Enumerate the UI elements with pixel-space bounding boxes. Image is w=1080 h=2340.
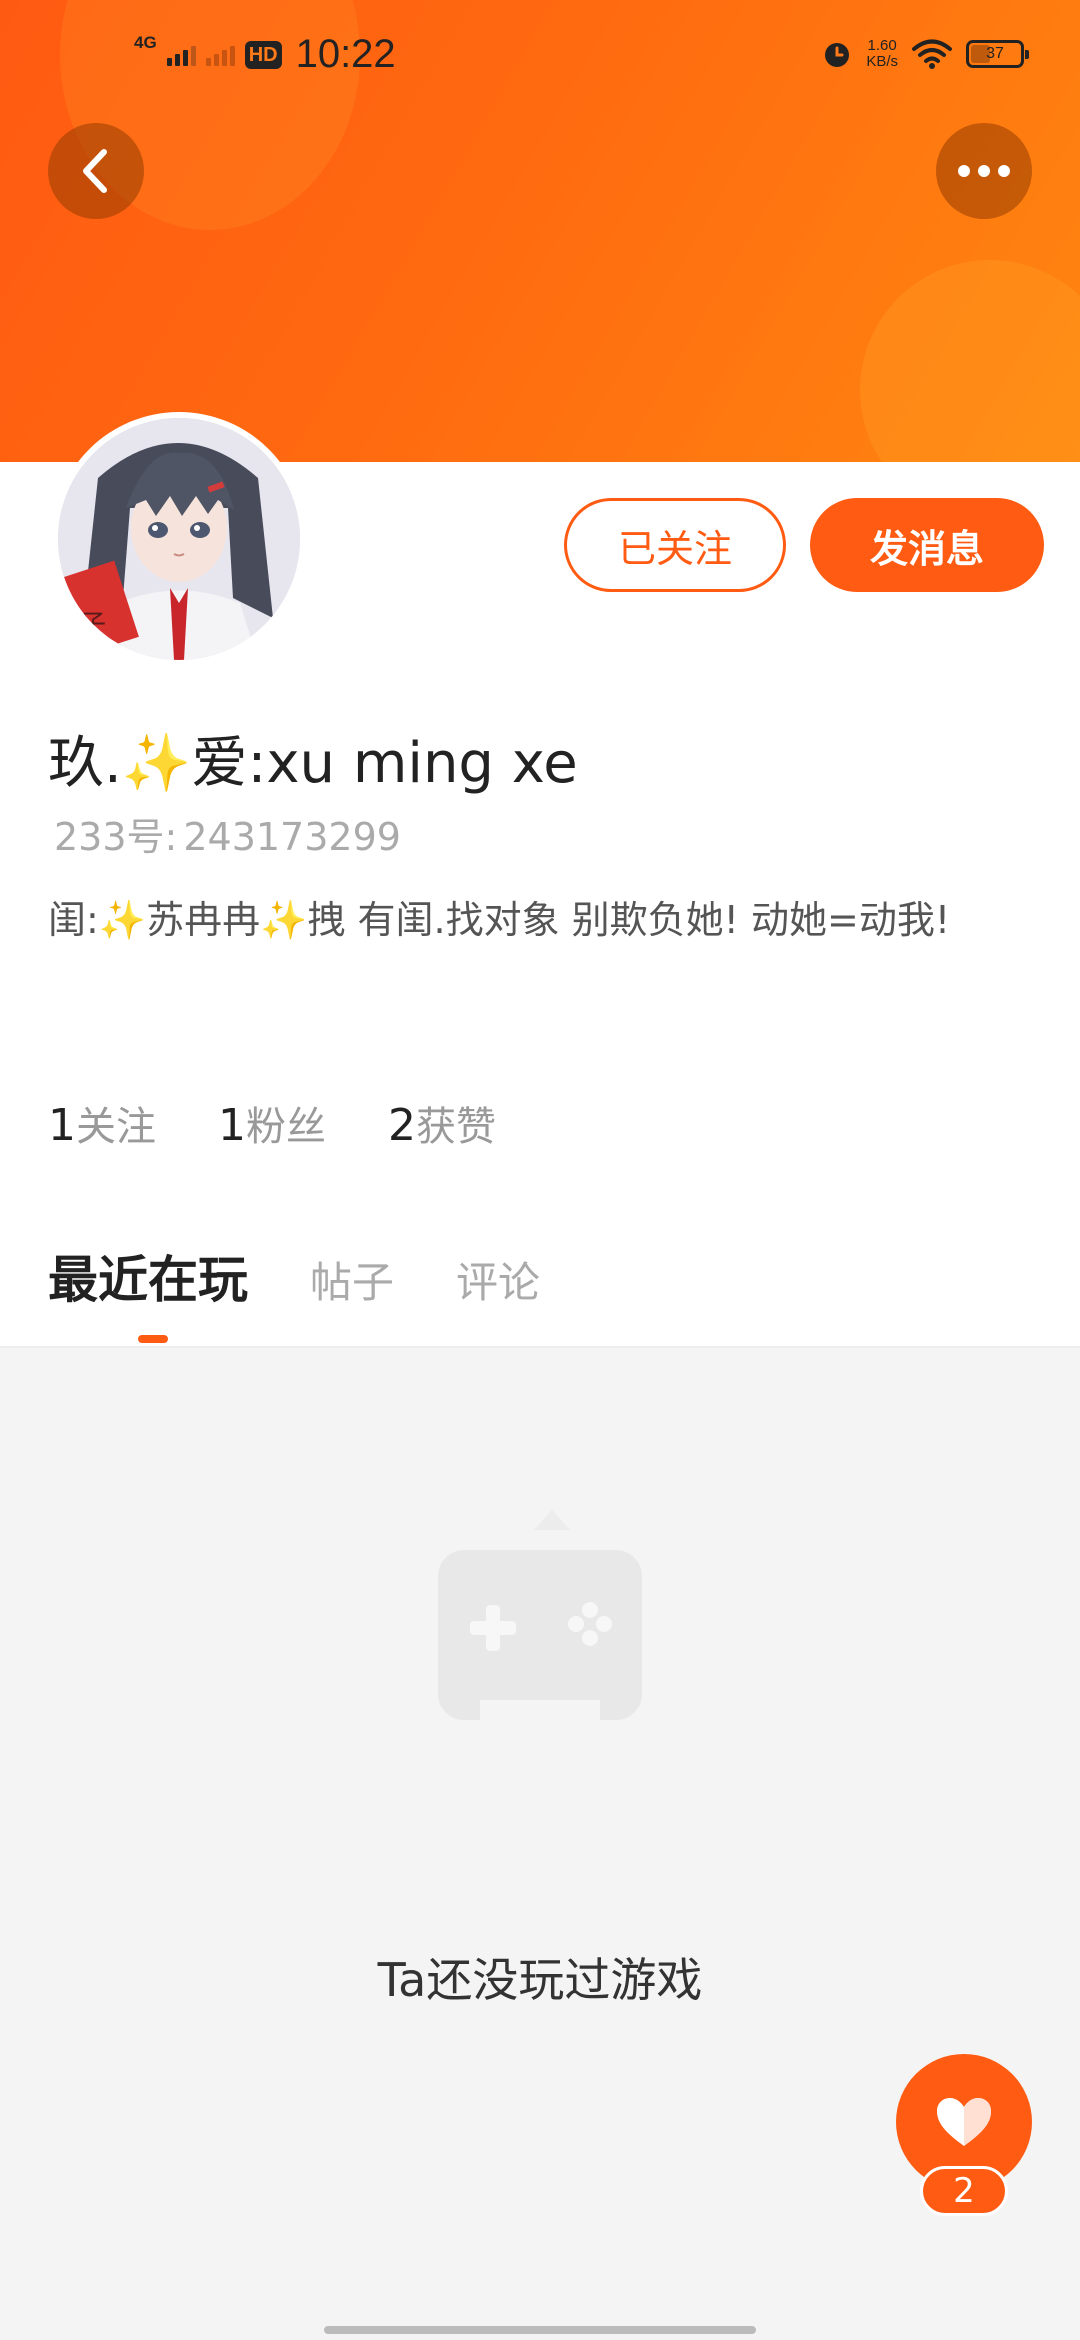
- tab-posts[interactable]: 帖子: [310, 1249, 394, 1310]
- heart-icon: [937, 2098, 991, 2146]
- avatar[interactable]: 子: [52, 412, 306, 666]
- more-horizontal-icon: [958, 165, 1010, 177]
- home-indicator[interactable]: [324, 2326, 756, 2334]
- signal-icon: [166, 44, 196, 66]
- stat-following[interactable]: 1关注: [48, 1094, 156, 1152]
- hd-badge: HD: [244, 40, 282, 69]
- profile-tabs: 最近在玩 帖子 评论: [48, 1240, 540, 1312]
- status-bar-right: 1.60 KB/s 37: [822, 38, 1029, 70]
- profile-stats: 1关注 1粉丝 2获赞: [48, 1094, 496, 1152]
- followed-button[interactable]: 已关注: [564, 498, 786, 592]
- status-bar-left: 4G HD 10:22: [134, 32, 396, 77]
- tab-recently-played[interactable]: 最近在玩: [48, 1240, 248, 1312]
- speed-unit: KB/s: [866, 53, 898, 70]
- stat-value: 1: [218, 1100, 246, 1151]
- battery-level: 37: [986, 45, 1004, 62]
- avatar-image: 子: [58, 418, 300, 660]
- stat-value: 2: [388, 1100, 416, 1151]
- alarm-icon: [825, 43, 850, 67]
- status-time: 10:22: [295, 32, 396, 76]
- user-id-label: 233号:: [54, 815, 178, 859]
- send-message-button[interactable]: 发消息: [810, 498, 1044, 592]
- network-type: 4G: [134, 32, 157, 52]
- speed-value: 1.60: [867, 37, 897, 54]
- battery-icon: 37: [966, 40, 1029, 68]
- network-speed: 1.60 KB/s: [866, 38, 898, 70]
- user-id-value: 243173299: [183, 815, 401, 859]
- empty-state-text: Ta还没玩过游戏: [377, 1953, 703, 2007]
- user-id: 233号: 243173299: [48, 806, 401, 861]
- back-button[interactable]: [48, 123, 144, 219]
- banner-decoration: [860, 260, 1080, 462]
- status-bar: 4G HD 10:22 1.60 KB/s 37: [0, 0, 1080, 120]
- stat-value: 1: [48, 1100, 76, 1151]
- username: 玖.✨爱:xu ming xe: [48, 731, 578, 796]
- signal-icon-secondary: [205, 44, 235, 66]
- user-bio: 闺:✨苏冉冉✨拽 有闺.找对象 别欺负她! 动她=动我!: [48, 898, 951, 942]
- chevron-left-icon: [83, 149, 107, 193]
- stat-label: 关注: [76, 1104, 156, 1150]
- like-count-badge: 2: [920, 2166, 1008, 2216]
- stat-fans[interactable]: 1粉丝: [218, 1094, 326, 1152]
- gamepad-icon: [438, 1510, 642, 1770]
- wifi-icon: [912, 39, 952, 69]
- stat-likes[interactable]: 2获赞: [388, 1094, 496, 1152]
- tab-comments[interactable]: 评论: [456, 1249, 540, 1310]
- active-tab-indicator: [138, 1335, 168, 1343]
- stat-label: 获赞: [416, 1104, 496, 1150]
- more-button[interactable]: [936, 123, 1032, 219]
- divider: [0, 1346, 1080, 1348]
- stat-label: 粉丝: [246, 1104, 326, 1150]
